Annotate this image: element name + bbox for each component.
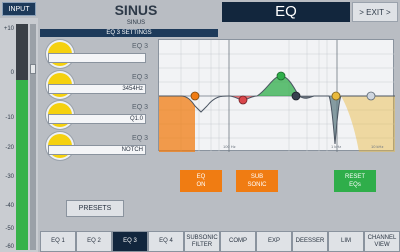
tab-deesser[interactable]: DEESSER <box>292 231 328 252</box>
row-label: EQ 3 <box>132 135 148 142</box>
meter-tick: -40 <box>5 203 14 209</box>
frequency-value-field[interactable]: 3454Hz <box>48 84 146 94</box>
meter-tick: 0 <box>10 70 14 76</box>
row-label: EQ 3 <box>132 74 148 81</box>
eq-on-button[interactable]: EQ ON <box>180 170 222 192</box>
gain-fader-handle[interactable] <box>30 64 36 74</box>
input-button[interactable]: INPUT <box>2 2 36 16</box>
tab-lim[interactable]: LIM <box>328 231 364 252</box>
sub-sonic-button[interactable]: SUB SONIC <box>236 170 278 192</box>
tab-comp[interactable]: COMP <box>220 231 256 252</box>
freq-label-10khz: 10 kHz <box>371 144 383 149</box>
freq-label-100hz: 100 Hz <box>223 144 236 149</box>
q-value-field[interactable]: Q1.0 <box>48 114 146 124</box>
meter-tick: -10 <box>5 115 14 121</box>
freq-label-1khz: 1 kHz <box>331 144 341 149</box>
meter-scale: +10 0 -10 -20 -30 -40 -50 -60 <box>0 18 14 252</box>
eq-curve-svg: 100 Hz 1 kHz 10 kHz <box>159 40 395 152</box>
meter-tick: -20 <box>5 145 14 151</box>
low-band-handle[interactable] <box>190 91 200 101</box>
low-band-fill <box>159 96 195 152</box>
row-label: EQ 3 <box>132 104 148 111</box>
tab-channel-view[interactable]: CHANNEL VIEW <box>364 231 400 252</box>
tab-eq2[interactable]: EQ 2 <box>76 231 112 252</box>
section-header: EQ 3 SETTINGS <box>40 29 218 37</box>
meter-tick: -50 <box>5 226 14 232</box>
eq3-handle[interactable] <box>276 71 286 81</box>
tab-exp[interactable]: EXP <box>256 231 292 252</box>
gain-fader-track[interactable] <box>30 24 36 250</box>
eq-curve-graph[interactable]: 100 Hz 1 kHz 10 kHz <box>158 39 395 152</box>
presets-button[interactable]: PRESETS <box>66 200 124 217</box>
notch-handle[interactable] <box>366 91 376 101</box>
tab-subsonic-filter[interactable]: SUBSONIC FILTER <box>184 231 220 252</box>
high-shelf-handle[interactable] <box>331 91 341 101</box>
meter-tick: -30 <box>5 174 14 180</box>
bottom-tab-bar: EQ 1 EQ 2 EQ 3 EQ 4 SUBSONIC FILTER COMP… <box>40 231 400 252</box>
gain-value-field[interactable] <box>48 53 146 63</box>
tab-eq1[interactable]: EQ 1 <box>40 231 76 252</box>
meter-tick: +10 <box>3 26 14 32</box>
filter-type-value-field[interactable]: NOTCH <box>48 145 146 155</box>
tab-eq3[interactable]: EQ 3 <box>112 231 148 252</box>
eq-title-tab[interactable]: EQ <box>222 2 350 22</box>
meter-tick: -60 <box>5 244 14 250</box>
reset-eqs-button[interactable]: RESET EQs <box>334 170 376 192</box>
page-subtitle: SINUS <box>126 20 146 26</box>
page-title: SINUS <box>114 2 158 18</box>
eq2-handle[interactable] <box>238 95 248 105</box>
exit-button[interactable]: > EXIT > <box>352 2 398 22</box>
tab-eq4[interactable]: EQ 4 <box>148 231 184 252</box>
eq4-handle[interactable] <box>291 91 301 101</box>
level-meter-fill <box>16 80 28 250</box>
row-label: EQ 3 <box>132 43 148 50</box>
